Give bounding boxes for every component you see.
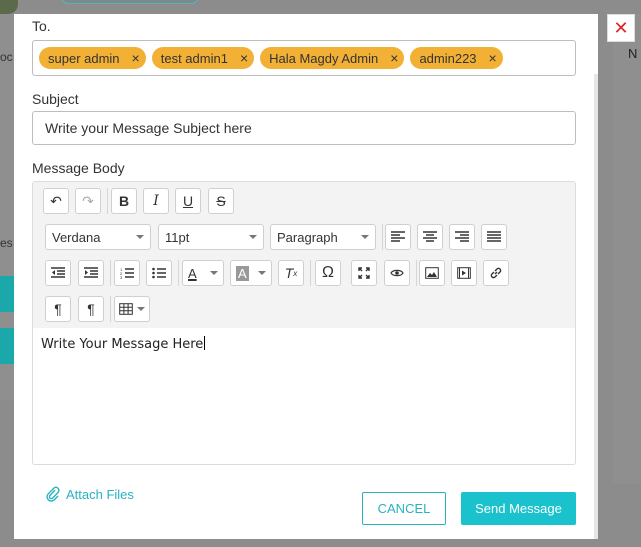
- recipient-name: Hala Magdy Admin: [269, 50, 379, 66]
- special-character-icon[interactable]: Ω: [315, 260, 341, 286]
- block-format-dropdown[interactable]: Paragraph: [270, 224, 376, 250]
- svg-text:3: 3: [120, 275, 123, 279]
- toolbar-divider: [310, 260, 311, 286]
- chevron-down-icon: [210, 271, 218, 275]
- scrollbar[interactable]: [594, 74, 598, 539]
- recipient-name: admin223: [419, 50, 477, 66]
- rtl-direction-icon[interactable]: ¶: [78, 296, 104, 322]
- background-avatar: [0, 0, 18, 14]
- message-body-text: Write Your Message Here: [41, 337, 204, 352]
- message-body-editor[interactable]: Write Your Message Here: [41, 336, 206, 352]
- background-text: es: [0, 236, 13, 250]
- remove-icon[interactable]: ×: [132, 50, 140, 66]
- indent-icon[interactable]: [78, 260, 104, 286]
- toolbar-divider: [110, 296, 111, 322]
- preview-eye-icon[interactable]: [384, 260, 410, 286]
- recipient-chip: super admin ×: [39, 47, 146, 69]
- toolbar-divider: [107, 188, 108, 214]
- strikethrough-icon[interactable]: S: [208, 188, 234, 214]
- chevron-down-icon: [249, 235, 257, 239]
- remove-icon[interactable]: ×: [240, 50, 248, 66]
- chevron-down-icon: [137, 307, 145, 311]
- outdent-icon[interactable]: [45, 260, 71, 286]
- background-search-chip: [60, 0, 200, 4]
- font-size-dropdown[interactable]: 11pt: [158, 224, 264, 250]
- font-family-value: Verdana: [52, 229, 101, 245]
- underline-icon[interactable]: U: [175, 188, 201, 214]
- send-message-button[interactable]: Send Message: [461, 492, 576, 525]
- undo-icon[interactable]: ↶: [43, 188, 69, 214]
- table-icon: [119, 303, 133, 315]
- attach-files-link[interactable]: Attach Files: [46, 486, 134, 502]
- fullscreen-icon[interactable]: [351, 260, 377, 286]
- chevron-down-icon: [258, 271, 266, 275]
- bullet-list-icon[interactable]: [146, 260, 172, 286]
- background-teal-icon: [0, 328, 14, 364]
- recipient-chip: Hala Magdy Admin ×: [260, 47, 405, 69]
- numbered-list-icon[interactable]: 123: [114, 260, 140, 286]
- subject-label: Subject: [32, 91, 79, 107]
- toolbar-divider: [110, 260, 111, 286]
- text-color-icon: A: [188, 265, 197, 281]
- background-teal-icon: [0, 276, 14, 312]
- text-color-dropdown[interactable]: A: [182, 260, 224, 286]
- to-label: To.: [32, 18, 51, 34]
- compose-message-modal: To. super admin × test admin1 × Hala Mag…: [14, 14, 598, 539]
- bold-icon[interactable]: B: [111, 188, 137, 214]
- recipient-name: super admin: [48, 50, 120, 66]
- toolbar-divider: [382, 224, 383, 250]
- rich-text-editor: ↶ ↷ B I U S Verdana 11pt Paragraph 1 2 3…: [32, 181, 576, 465]
- table-dropdown[interactable]: [114, 296, 150, 322]
- chevron-down-icon: [136, 235, 144, 239]
- toolbar-divider: [178, 260, 179, 286]
- message-body-label: Message Body: [32, 160, 125, 176]
- insert-link-icon[interactable]: [483, 260, 509, 286]
- remove-icon[interactable]: ×: [390, 50, 398, 66]
- align-right-icon[interactable]: [449, 224, 475, 250]
- editor-toolbar: ↶ ↷ B I U S Verdana 11pt Paragraph 1 2 3…: [33, 182, 575, 328]
- background-text: N: [628, 46, 638, 61]
- clear-formatting-icon[interactable]: Tx: [278, 260, 304, 286]
- recipient-name: test admin1: [160, 50, 228, 66]
- align-left-icon[interactable]: [385, 224, 411, 250]
- font-family-dropdown[interactable]: Verdana: [45, 224, 151, 250]
- text-cursor: [204, 336, 206, 350]
- background-text: oc: [0, 50, 13, 64]
- highlight-color-icon: A: [236, 265, 249, 281]
- recipient-chip: admin223 ×: [410, 47, 503, 69]
- block-format-value: Paragraph: [277, 229, 338, 245]
- background-color-dropdown[interactable]: A: [230, 260, 272, 286]
- paperclip-icon: [46, 486, 60, 502]
- remove-icon[interactable]: ×: [489, 50, 497, 66]
- toolbar-divider: [416, 260, 417, 286]
- subject-input[interactable]: [32, 111, 576, 145]
- align-justify-icon[interactable]: [481, 224, 507, 250]
- align-center-icon[interactable]: [417, 224, 443, 250]
- insert-image-icon[interactable]: [419, 260, 445, 286]
- recipients-field[interactable]: super admin × test admin1 × Hala Magdy A…: [32, 40, 576, 76]
- attach-files-label: Attach Files: [66, 486, 134, 502]
- insert-video-icon[interactable]: [451, 260, 477, 286]
- background-right-panel: [613, 14, 641, 484]
- cancel-button[interactable]: CANCEL: [362, 492, 446, 525]
- recipient-chip: test admin1 ×: [151, 47, 255, 69]
- ltr-direction-icon[interactable]: ¶: [45, 296, 71, 322]
- italic-icon[interactable]: I: [143, 188, 169, 214]
- chevron-down-icon: [361, 235, 369, 239]
- font-size-value: 11pt: [165, 229, 190, 245]
- close-icon[interactable]: ✕: [607, 14, 635, 42]
- redo-icon[interactable]: ↷: [75, 188, 101, 214]
